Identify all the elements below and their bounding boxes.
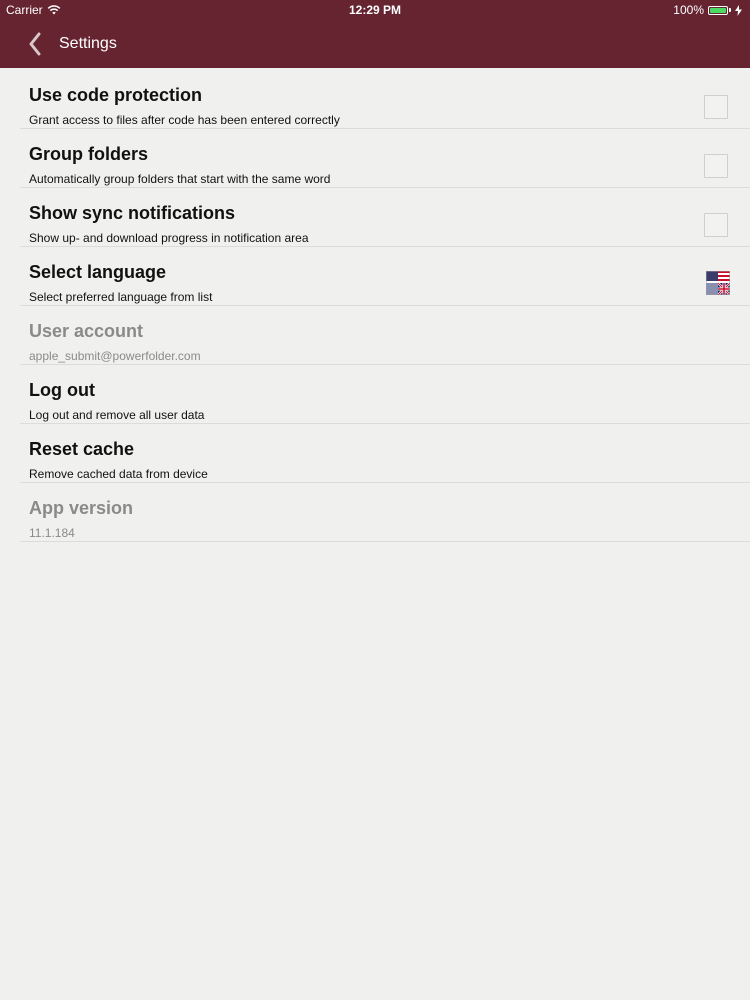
- setting-title: Show sync notifications: [29, 203, 236, 223]
- battery-icon: [708, 5, 728, 15]
- back-button[interactable]: [22, 28, 48, 60]
- chevron-left-icon: [29, 32, 41, 56]
- setting-select-language[interactable]: Select language Select preferred languag…: [20, 247, 750, 306]
- battery-cap: [729, 8, 731, 12]
- group-folders-checkbox[interactable]: [704, 154, 728, 178]
- battery-group: 100%: [673, 3, 742, 17]
- navigation-bar: Settings: [0, 20, 750, 68]
- battery-percent: 100%: [673, 3, 704, 17]
- setting-subtitle: apple_submit@powerfolder.com: [29, 349, 201, 363]
- code-protection-checkbox[interactable]: [704, 95, 728, 119]
- status-bar: Carrier 12:29 PM 100%: [0, 0, 750, 20]
- setting-title: App version: [29, 498, 134, 518]
- page-title: Settings: [59, 35, 117, 52]
- setting-subtitle: Remove cached data from device: [29, 467, 208, 481]
- setting-subtitle: Grant access to files after code has bee…: [29, 113, 340, 127]
- setting-log-out[interactable]: Log out Log out and remove all user data: [20, 365, 750, 424]
- setting-subtitle: Select preferred language from list: [29, 290, 213, 304]
- setting-title: Use code protection: [29, 85, 203, 105]
- setting-reset-cache[interactable]: Reset cache Remove cached data from devi…: [20, 424, 750, 483]
- settings-list: Use code protection Grant access to file…: [20, 70, 750, 542]
- setting-title: Group folders: [29, 144, 149, 164]
- setting-user-account: User account apple_submit@powerfolder.co…: [20, 306, 750, 365]
- flag-icon[interactable]: [706, 271, 730, 295]
- setting-code-protection[interactable]: Use code protection Grant access to file…: [20, 70, 750, 129]
- setting-title: Log out: [29, 380, 95, 400]
- setting-group-folders[interactable]: Group folders Automatically group folder…: [20, 129, 750, 188]
- battery-level: [710, 7, 726, 13]
- charging-icon: [735, 4, 742, 16]
- setting-title: Select language: [29, 262, 167, 282]
- setting-subtitle: 11.1.184: [29, 526, 75, 540]
- setting-subtitle: Automatically group folders that start w…: [29, 172, 331, 186]
- setting-subtitle: Show up- and download progress in notifi…: [29, 231, 309, 245]
- setting-app-version: App version 11.1.184: [20, 483, 750, 542]
- setting-title: User account: [29, 321, 144, 341]
- status-time: 12:29 PM: [348, 3, 402, 17]
- setting-title: Reset cache: [29, 439, 135, 459]
- setting-sync-notifications[interactable]: Show sync notifications Show up- and dow…: [20, 188, 750, 247]
- setting-subtitle: Log out and remove all user data: [29, 408, 205, 422]
- sync-notifications-checkbox[interactable]: [704, 213, 728, 237]
